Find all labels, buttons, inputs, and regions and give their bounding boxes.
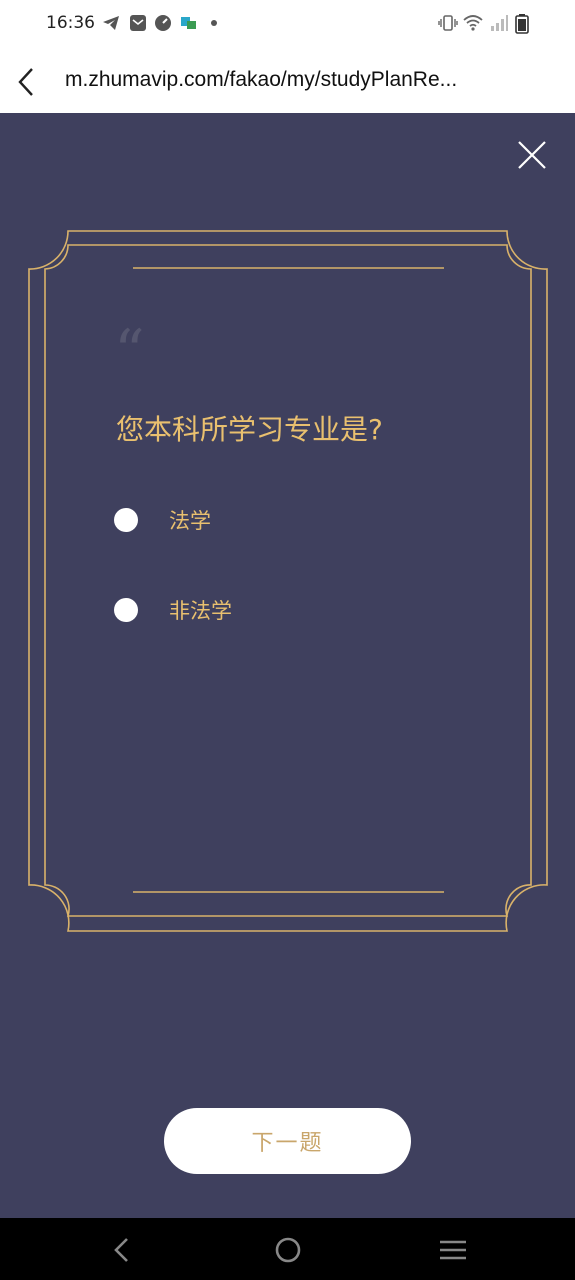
next-question-button[interactable]: 下一题	[164, 1108, 411, 1174]
option-law[interactable]: 法学	[114, 500, 211, 540]
decorative-frame	[28, 230, 548, 932]
quote-icon: “	[114, 317, 145, 387]
option-non-law[interactable]: 非法学	[114, 590, 232, 630]
question-text: 您本科所学习专业是?	[116, 413, 383, 446]
option-label: 法学	[169, 509, 211, 533]
nav-back-icon[interactable]	[106, 1234, 138, 1266]
radio-button[interactable]	[114, 598, 138, 622]
option-label: 非法学	[169, 599, 232, 623]
nav-menu-icon[interactable]	[437, 1234, 469, 1266]
system-nav-bar	[0, 1218, 575, 1280]
nav-home-icon[interactable]	[272, 1234, 304, 1266]
radio-button[interactable]	[114, 508, 138, 532]
